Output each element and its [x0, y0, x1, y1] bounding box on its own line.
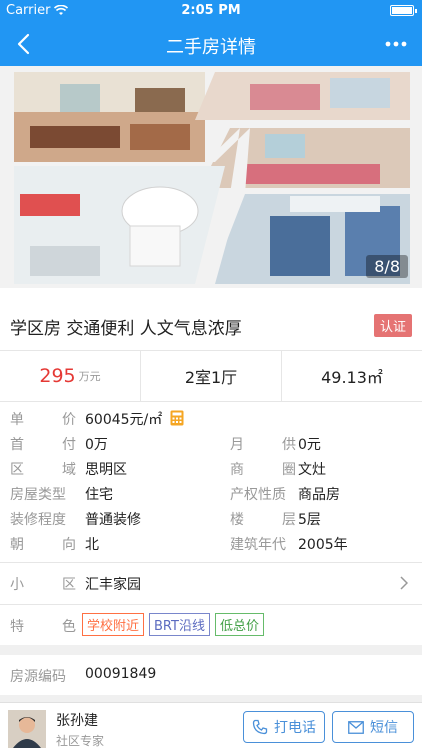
house-type-value: 住宅 [85, 487, 113, 503]
listing-headline: 学区房 交通便利 人文气息浓厚 [10, 319, 242, 339]
listing-title-row: 学区房 交通便利 人文气息浓厚 认证 [0, 300, 422, 350]
business-area-label: 商圈 [230, 462, 296, 478]
orientation-label: 朝向 [10, 537, 76, 553]
section-separator [0, 695, 422, 702]
tag-brt-line: BRT沿线 [149, 613, 210, 636]
status-bar: Carrier 2:05 PM [0, 0, 422, 22]
phone-icon [252, 719, 268, 735]
call-button[interactable]: 打电话 [243, 711, 325, 743]
district-value: 思明区 [85, 462, 127, 478]
house-photo-collage [0, 66, 422, 288]
decoration-value: 普通装修 [85, 512, 141, 528]
more-dots-icon[interactable] [382, 30, 410, 58]
tag-school-nearby: 学校附近 [82, 613, 145, 636]
decoration-label: 装修程度 [10, 512, 66, 528]
listing-code-label: 房源编码 [10, 669, 66, 685]
total-price-unit: 万元 [78, 370, 101, 383]
listing-code-value: 00091849 [85, 666, 157, 682]
area-cell: 49.13㎡ [282, 351, 422, 401]
envelope-icon [348, 720, 364, 734]
calculator-icon[interactable] [170, 410, 184, 426]
agent-name: 张孙建 [56, 713, 98, 729]
photo-counter: 8/8 [366, 255, 408, 278]
agent-photo [8, 710, 46, 748]
property-right-label: 产权性质 [230, 487, 286, 503]
build-year-value: 2005年 [298, 537, 348, 553]
sms-button-label: 短信 [370, 720, 398, 736]
total-price: 295 [39, 365, 76, 387]
property-right-value: 商品房 [298, 487, 340, 503]
detail-row-payment: 首付 0万 月供 0元 [0, 434, 422, 459]
summary-row: 295 万元 2室1厅 49.13㎡ [0, 351, 422, 401]
monthly-value: 0元 [298, 437, 321, 453]
community-name: 汇丰家园 [85, 577, 141, 593]
community-label: 小区 [10, 577, 76, 593]
room-layout: 2室1厅 [184, 368, 238, 387]
listing-code-row: 房源编码 00091849 [0, 655, 422, 695]
sms-button[interactable]: 短信 [332, 711, 414, 743]
features-row: 特色 学校附近 BRT沿线 低总价 [0, 605, 422, 645]
call-button-label: 打电话 [274, 720, 316, 736]
detail-row-decoration: 装修程度 普通装修 楼层 5层 [0, 509, 422, 534]
chevron-right-icon [400, 576, 408, 590]
agent-role: 社区专家 [56, 734, 105, 748]
price-cell: 295 万元 [0, 351, 141, 401]
page-title: 二手房详情 [166, 37, 256, 58]
unit-price-value: 60045元/㎡ [85, 409, 184, 429]
build-year-label: 建筑年代 [230, 537, 286, 553]
avatar[interactable] [8, 710, 46, 748]
detail-row-orientation: 朝向 北 建筑年代 2005年 [0, 534, 422, 559]
detail-row-unit-price: 单价 60045元/㎡ [0, 409, 422, 434]
detail-row-type: 房屋类型 住宅 产权性质 商品房 [0, 484, 422, 509]
photo-gallery[interactable]: 8/8 [0, 66, 422, 288]
detail-row-location: 区域 思明区 商圈 文灶 [0, 459, 422, 484]
monthly-label: 月供 [230, 437, 296, 453]
section-separator [0, 645, 422, 655]
business-area-value: 文灶 [298, 462, 326, 478]
community-row[interactable]: 小区 汇丰家园 [0, 563, 422, 603]
tag-low-price: 低总价 [214, 613, 264, 636]
layout-cell: 2室1厅 [141, 351, 282, 401]
orientation-value: 北 [85, 537, 99, 553]
district-label: 区域 [10, 462, 76, 478]
verified-badge: 认证 [373, 314, 412, 337]
feature-tags: 学校附近 BRT沿线 低总价 [82, 613, 269, 636]
floor-area: 49.13㎡ [321, 368, 383, 387]
floor-label: 楼层 [230, 512, 296, 528]
nav-bar: 二手房详情 [0, 22, 422, 66]
floor-value: 5层 [298, 512, 321, 528]
status-time: 2:05 PM [181, 3, 241, 18]
down-payment-value: 0万 [85, 437, 108, 453]
house-type-label: 房屋类型 [10, 487, 66, 503]
divider [0, 401, 422, 402]
battery-icon [390, 5, 417, 16]
down-payment-label: 首付 [10, 437, 76, 453]
features-label: 特色 [10, 619, 76, 635]
agent-contact-bar: 张孙建 社区专家 打电话 短信 [0, 702, 422, 750]
unit-price-label: 单价 [10, 412, 76, 428]
